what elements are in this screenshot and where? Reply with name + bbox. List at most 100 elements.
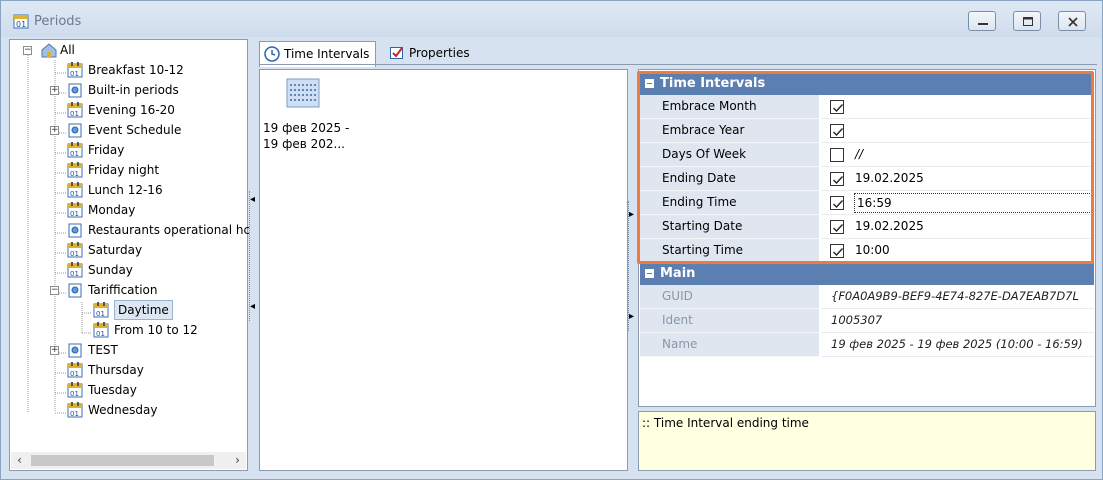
svg-text:01: 01 (70, 390, 79, 398)
tree-expand-toggle[interactable]: − (50, 286, 59, 295)
svg-text:01: 01 (70, 410, 79, 418)
right-splitter[interactable]: ▸ ▸ (628, 201, 634, 331)
property-value-text: 10:00 (855, 243, 890, 257)
property-value[interactable]: 19.02.2025 (821, 215, 1094, 239)
tree-item-label: Thursday (88, 363, 144, 377)
property-name: Embrace Year (640, 119, 819, 143)
tree-item-label: Restaurants operational hc (88, 223, 251, 237)
svg-text:01: 01 (70, 190, 79, 198)
collapse-category-icon[interactable] (645, 269, 654, 278)
calendar-icon: 01 (66, 401, 84, 425)
tree-item-label: Saturday (88, 243, 143, 257)
period-folder-icon (66, 281, 84, 305)
property-value[interactable] (821, 119, 1094, 143)
property-row[interactable]: Ending Time 16:59 (640, 191, 1094, 215)
time-interval-item-icon[interactable] (286, 78, 320, 111)
property-grid[interactable]: Time Intervals Embrace Month Embrace Year… (638, 69, 1096, 407)
property-row[interactable]: GUID {F0A0A9B9-BEF9-4E74-827E-DA7EAB7D7L (640, 285, 1094, 309)
expand-right-icon[interactable]: ▸ (629, 311, 634, 322)
svg-text:01: 01 (16, 20, 26, 29)
tree-item-label: Built-in periods (88, 83, 179, 97)
tree-item-label: Breakfast 10-12 (88, 63, 184, 77)
tree-expand-toggle[interactable]: + (50, 86, 59, 95)
property-row[interactable]: Starting Time 10:00 (640, 239, 1094, 263)
left-splitter[interactable]: ◂ ◂ (249, 191, 255, 321)
property-checkbox[interactable] (830, 220, 844, 234)
maximize-icon (1023, 17, 1033, 26)
tree-collapse-toggle[interactable]: − (23, 46, 32, 55)
tab-label: Properties (409, 46, 470, 60)
calendar-icon: 01 (13, 13, 29, 32)
property-value[interactable]: 16:59 (821, 191, 1094, 215)
property-value: 19 фев 2025 - 19 фев 2025 (10:00 - 16:59… (821, 333, 1094, 357)
close-button[interactable] (1058, 11, 1086, 31)
time-interval-item-caption[interactable]: 19 фев 2025 - 19 фев 202... (263, 120, 363, 152)
property-checkbox[interactable] (830, 196, 844, 210)
minimize-icon (978, 23, 988, 25)
tree-horizontal-scrollbar[interactable]: ‹ › (11, 452, 246, 469)
property-checkbox[interactable] (830, 124, 844, 138)
property-row[interactable]: Ending Date 19.02.2025 (640, 167, 1094, 191)
tree-item-label: Friday night (88, 163, 160, 177)
tree-item-label: Lunch 12-16 (88, 183, 163, 197)
tree-expand-toggle[interactable]: + (50, 346, 59, 355)
scrollbar-thumb[interactable] (31, 455, 214, 466)
tree-item-label: Sunday (88, 263, 133, 277)
svg-text:01: 01 (70, 150, 79, 158)
tree-item-label: Daytime (114, 300, 173, 320)
property-row[interactable]: Ident 1005307 (640, 309, 1094, 333)
property-value-text: 19.02.2025 (855, 219, 924, 233)
collapse-category-icon[interactable] (645, 79, 654, 88)
collapse-left-icon[interactable]: ◂ (250, 301, 255, 312)
property-value[interactable]: 10:00 (821, 239, 1094, 263)
collapse-left-icon[interactable]: ◂ (250, 194, 255, 205)
home-icon (40, 41, 58, 65)
property-checkbox[interactable] (830, 172, 844, 186)
minimize-button[interactable] (968, 11, 996, 31)
property-row[interactable]: Days Of Week // (640, 143, 1094, 167)
scroll-left-arrow-icon[interactable]: ‹ (11, 452, 28, 469)
property-checkbox[interactable] (830, 100, 844, 114)
maximize-button[interactable] (1013, 11, 1041, 31)
property-value-text: {F0A0A9B9-BEF9-4E74-827E-DA7EAB7D7L (831, 289, 1079, 303)
clock-icon (264, 46, 280, 70)
window-title: Periods (34, 14, 82, 29)
property-value[interactable]: 19.02.2025 (821, 167, 1094, 191)
expand-right-icon[interactable]: ▸ (629, 209, 634, 220)
property-row[interactable]: Starting Date 19.02.2025 (640, 215, 1094, 239)
category-time-intervals[interactable]: Time Intervals (640, 73, 1094, 95)
category-main[interactable]: Main (640, 263, 1094, 285)
tree-expand-toggle[interactable]: + (50, 126, 59, 135)
periods-tree[interactable]: − All 01 Breakfast 10-12 + Built-in periods… (9, 39, 251, 471)
tree-item-label: Friday (88, 143, 125, 157)
property-row[interactable]: Embrace Year (640, 119, 1094, 143)
ending-time-editor[interactable]: 16:59 (854, 193, 1092, 213)
property-value-text: 19.02.2025 (855, 171, 924, 185)
svg-text:01: 01 (70, 110, 79, 118)
property-value: {F0A0A9B9-BEF9-4E74-827E-DA7EAB7D7L (821, 285, 1094, 309)
scroll-right-arrow-icon[interactable]: › (229, 452, 246, 469)
property-checkbox[interactable] (830, 148, 844, 162)
svg-text:01: 01 (70, 210, 79, 218)
close-icon (1068, 17, 1078, 27)
tree-item-label: Evening 16-20 (88, 103, 175, 117)
property-value[interactable] (821, 95, 1094, 119)
svg-text:01: 01 (70, 370, 79, 378)
tree-item-label: From 10 to 12 (114, 323, 198, 337)
property-description: :: Time Interval ending time (638, 411, 1096, 471)
property-row[interactable]: Name 19 фев 2025 - 19 фев 2025 (10:00 - 1… (640, 333, 1094, 357)
property-row[interactable]: Embrace Month (640, 95, 1094, 119)
property-value[interactable]: // (821, 143, 1094, 167)
tree-item-label: Tariffication (88, 283, 158, 297)
title-bar[interactable]: 01 Periods (1, 1, 1102, 37)
property-checkbox[interactable] (830, 244, 844, 258)
property-name: Ending Date (640, 167, 819, 191)
svg-text:01: 01 (96, 310, 105, 318)
property-name: Ident (640, 309, 819, 333)
svg-text:01: 01 (70, 70, 79, 78)
periods-window: 01 Periods − All 01 Breakfast 10-12 + Bu… (0, 0, 1103, 480)
time-intervals-list[interactable]: 19 фев 2025 - 19 фев 202... (259, 69, 628, 471)
tab-divider (259, 64, 1097, 65)
property-name: Days Of Week (640, 143, 819, 167)
property-name: Name (640, 333, 819, 357)
